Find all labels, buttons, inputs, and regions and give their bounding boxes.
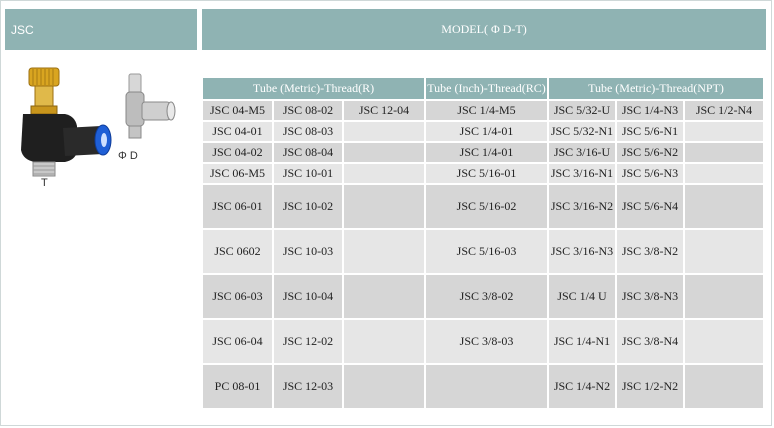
table-cell: JSC 1/4-N2 <box>549 365 615 408</box>
table-cell <box>685 164 763 183</box>
table-cell: JSC 1/4-N3 <box>617 101 683 120</box>
product-name: JSC <box>11 22 34 37</box>
table-cell: JSC 3/16-U <box>549 143 615 162</box>
table-cell: JSC 1/4-N1 <box>549 320 615 363</box>
product-image: Φ D T <box>5 56 197 192</box>
table-group-header-row: Tube (Metric)-Thread(R) Tube (Inch)-Thre… <box>203 78 763 99</box>
table-cell: JSC 5/6-N1 <box>617 122 683 141</box>
table-cell <box>685 185 763 228</box>
table-row: JSC 0602 JSC 10-03 JSC 5/16-03 JSC 3/16-N3 J… <box>203 230 763 273</box>
table-cell <box>685 122 763 141</box>
table-cell: JSC 06-03 <box>203 275 272 318</box>
table-cell: JSC 06-01 <box>203 185 272 228</box>
table-cell: JSC 04-02 <box>203 143 272 162</box>
thread-label: T <box>41 177 48 189</box>
table-cell: JSC 1/4 U <box>549 275 615 318</box>
table-cell: JSC 5/16-01 <box>426 164 547 183</box>
table-cell: JSC 3/8-N2 <box>617 230 683 273</box>
table-row: JSC 06-03 JSC 10-04 JSC 3/8-02 JSC 1/4 U JSC… <box>203 275 763 318</box>
table-cell: JSC 12-04 <box>344 101 424 120</box>
table-cell: PC 08-01 <box>203 365 272 408</box>
table-cell: JSC 1/4-01 <box>426 143 547 162</box>
table-cell <box>344 275 424 318</box>
table-row: JSC 04-M5 JSC 08-02 JSC 12-04 JSC 1/4-M5 JSC… <box>203 101 763 120</box>
group-header-metric-npt: Tube (Metric)-Thread(NPT) <box>549 78 763 99</box>
table-cell: JSC 06-M5 <box>203 164 272 183</box>
table-cell <box>426 365 547 408</box>
table-cell: JSC 5/16-03 <box>426 230 547 273</box>
table-cell <box>344 164 424 183</box>
table-cell: JSC 0602 <box>203 230 272 273</box>
table-cell: JSC 12-02 <box>274 320 342 363</box>
table-cell <box>344 185 424 228</box>
table-cell: JSC 04-M5 <box>203 101 272 120</box>
table-cell <box>344 365 424 408</box>
table-cell: JSC 1/2-N2 <box>617 365 683 408</box>
table-cell: JSC 3/8-N4 <box>617 320 683 363</box>
table-cell: JSC 5/32-N1 <box>549 122 615 141</box>
table-cell: JSC 5/6-N3 <box>617 164 683 183</box>
diameter-label: Φ D <box>118 150 138 162</box>
table-cell: JSC 10-01 <box>274 164 342 183</box>
table-row: JSC 04-01 JSC 08-03 JSC 1/4-01 JSC 5/32-N1 J… <box>203 122 763 141</box>
fitting-illustration <box>21 67 176 177</box>
model-header: MODEL( Φ D-T) <box>202 9 766 50</box>
table-cell <box>685 320 763 363</box>
table-cell <box>344 122 424 141</box>
table-cell: JSC 3/16-N1 <box>549 164 615 183</box>
table-cell <box>344 230 424 273</box>
table-cell: JSC 1/2-N4 <box>685 101 763 120</box>
table-cell: JSC 08-03 <box>274 122 342 141</box>
table-cell <box>685 143 763 162</box>
table-cell <box>685 275 763 318</box>
table-cell <box>685 230 763 273</box>
table-cell <box>344 143 424 162</box>
model-table: Tube (Metric)-Thread(R) Tube (Inch)-Thre… <box>201 76 765 410</box>
table-row: JSC 06-M5 JSC 10-01 JSC 5/16-01 JSC 3/16-N1… <box>203 164 763 183</box>
product-header: JSC <box>5 9 197 50</box>
table-cell: JSC 08-02 <box>274 101 342 120</box>
table-cell: JSC 3/8-03 <box>426 320 547 363</box>
table-cell: JSC 3/16-N2 <box>549 185 615 228</box>
table-cell: JSC 5/16-02 <box>426 185 547 228</box>
table-cell: JSC 3/16-N3 <box>549 230 615 273</box>
table-cell: JSC 3/8-02 <box>426 275 547 318</box>
table-row: JSC 06-01 JSC 10-02 JSC 5/16-02 JSC 3/16-N2… <box>203 185 763 228</box>
table-cell <box>344 320 424 363</box>
table-cell: JSC 1/4-01 <box>426 122 547 141</box>
table-cell <box>685 365 763 408</box>
table-cell: JSC 5/6-N4 <box>617 185 683 228</box>
table-row: PC 08-01 JSC 12-03 JSC 1/4-N2 JSC 1/2-N2 <box>203 365 763 408</box>
table-cell: JSC 12-03 <box>274 365 342 408</box>
table-cell: JSC 06-04 <box>203 320 272 363</box>
group-header-metric-r: Tube (Metric)-Thread(R) <box>203 78 424 99</box>
model-title: MODEL( Φ D-T) <box>441 22 527 36</box>
table-cell: JSC 10-04 <box>274 275 342 318</box>
table-cell: JSC 1/4-M5 <box>426 101 547 120</box>
table-cell: JSC 04-01 <box>203 122 272 141</box>
table-cell: JSC 5/6-N2 <box>617 143 683 162</box>
table-cell: JSC 10-03 <box>274 230 342 273</box>
table-row: JSC 04-02 JSC 08-04 JSC 1/4-01 JSC 3/16-U JS… <box>203 143 763 162</box>
table-cell: JSC 3/8-N3 <box>617 275 683 318</box>
table-row: JSC 06-04 JSC 12-02 JSC 3/8-03 JSC 1/4-N1 JS… <box>203 320 763 363</box>
table-cell: JSC 10-02 <box>274 185 342 228</box>
table-cell: JSC 08-04 <box>274 143 342 162</box>
table-cell: JSC 5/32-U <box>549 101 615 120</box>
group-header-inch-rc: Tube (Inch)-Thread(RC) <box>426 78 547 99</box>
